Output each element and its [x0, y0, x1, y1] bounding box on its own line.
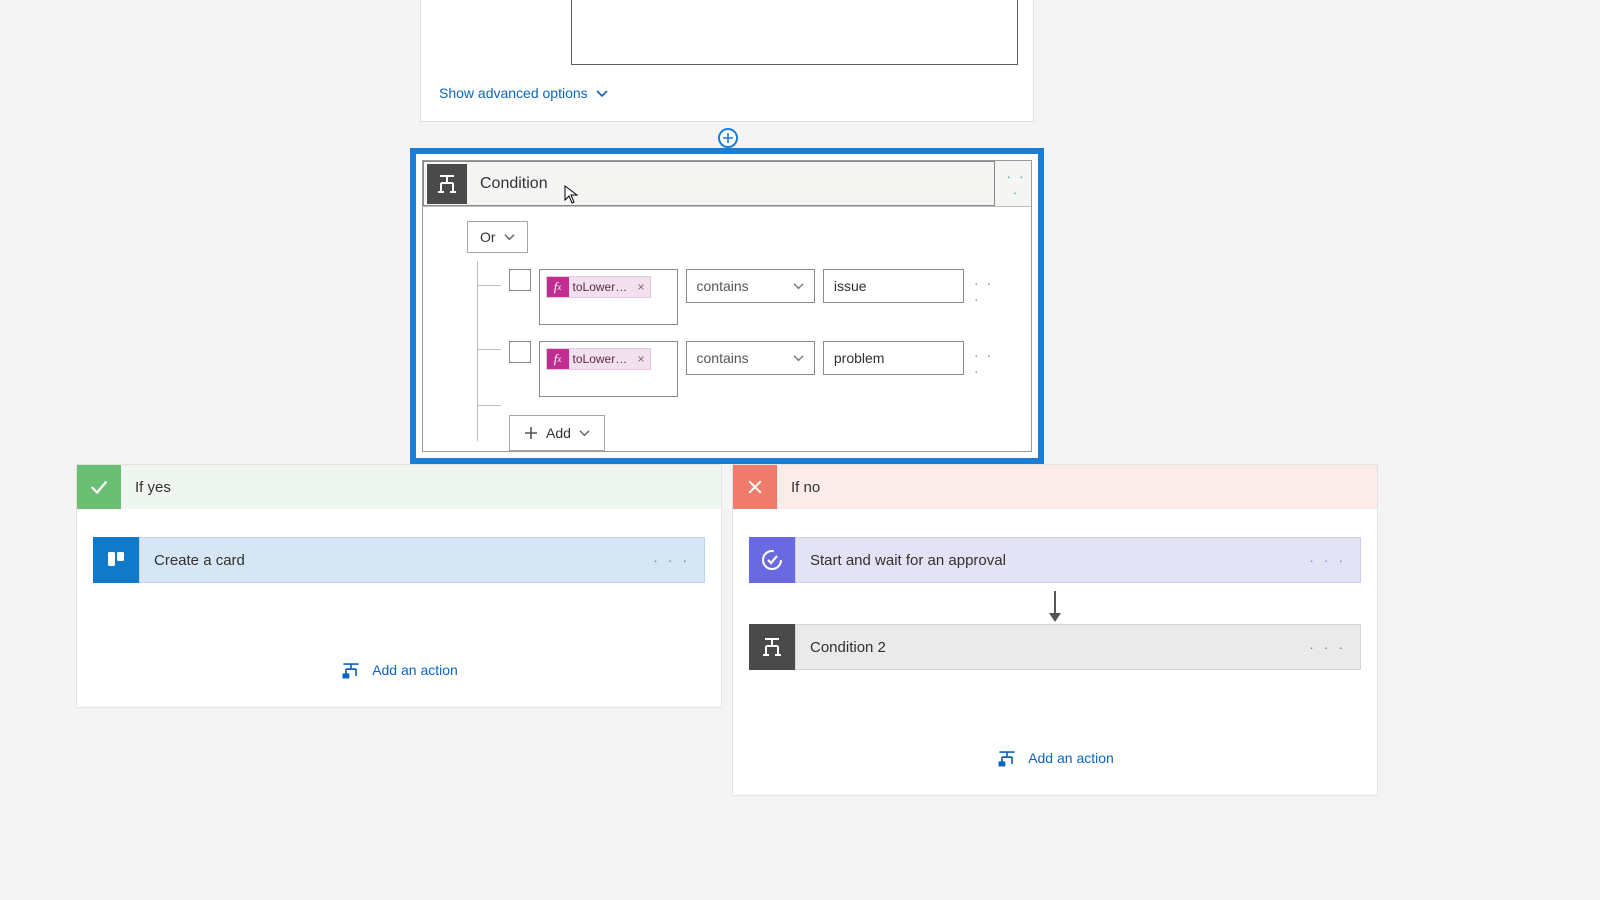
- group-operator-dropdown[interactable]: Or: [467, 221, 528, 253]
- action-menu-button[interactable]: · · ·: [653, 552, 704, 568]
- condition-card: Condition · · · Or: [410, 148, 1044, 464]
- expression-text: toLower(…: [569, 280, 633, 294]
- condition-icon: [427, 164, 467, 204]
- previous-action-card: Show advanced options: [420, 0, 1034, 122]
- row-menu-button[interactable]: · · ·: [972, 341, 1007, 385]
- chevron-down-icon: [596, 88, 608, 100]
- row-left-value[interactable]: fx toLower(… ×: [539, 269, 678, 325]
- add-action-icon: [996, 749, 1018, 767]
- row-checkbox[interactable]: [509, 341, 531, 363]
- row-menu-button[interactable]: · · ·: [972, 269, 1007, 313]
- action-card[interactable]: Start and wait for an approval · · ·: [749, 537, 1361, 583]
- approval-icon: [749, 537, 795, 583]
- add-row-button[interactable]: Add: [509, 415, 605, 451]
- action-title: Start and wait for an approval: [796, 552, 1309, 569]
- show-advanced-options-label: Show advanced options: [439, 85, 588, 101]
- action-title: Create a card: [140, 552, 653, 569]
- show-advanced-options-link[interactable]: Show advanced options: [439, 85, 608, 101]
- condition-icon: [749, 624, 795, 670]
- previous-action-textarea[interactable]: [571, 0, 1018, 65]
- row-operator-label: contains: [697, 278, 749, 294]
- check-icon: [77, 465, 121, 509]
- fx-icon: fx: [547, 276, 569, 298]
- add-action-button[interactable]: Add an action: [77, 661, 721, 679]
- expression-token: fx toLower(… ×: [546, 276, 651, 298]
- row-operator-label: contains: [697, 350, 749, 366]
- fx-icon: fx: [547, 348, 569, 370]
- plus-icon: [524, 426, 538, 440]
- group-operator-label: Or: [480, 229, 496, 245]
- row-right-value[interactable]: issue: [823, 269, 964, 303]
- insert-step-button[interactable]: [718, 128, 738, 148]
- condition-menu-button[interactable]: · · ·: [1001, 168, 1031, 200]
- expression-token: fx toLower(… ×: [546, 348, 651, 370]
- if-no-title: If no: [777, 479, 820, 496]
- action-card[interactable]: Condition 2 · · ·: [749, 624, 1361, 670]
- if-yes-title: If yes: [121, 479, 171, 496]
- chevron-down-icon: [579, 428, 590, 439]
- condition-header[interactable]: Condition · · ·: [423, 161, 1031, 207]
- row-operator-dropdown[interactable]: contains: [686, 269, 815, 303]
- add-action-label: Add an action: [372, 662, 458, 678]
- chevron-down-icon: [793, 353, 804, 364]
- row-operator-dropdown[interactable]: contains: [686, 341, 815, 375]
- row-right-value[interactable]: problem: [823, 341, 964, 375]
- chevron-down-icon: [793, 281, 804, 292]
- group-tree-line: [477, 261, 478, 441]
- condition-row: fx toLower(… × contains issue · · ·: [509, 269, 1007, 325]
- add-action-label: Add an action: [1028, 750, 1114, 766]
- add-action-button[interactable]: Add an action: [733, 749, 1377, 767]
- row-checkbox[interactable]: [509, 269, 531, 291]
- action-menu-button[interactable]: · · ·: [1309, 552, 1360, 568]
- chevron-down-icon: [504, 232, 515, 243]
- close-icon: [733, 465, 777, 509]
- row-left-value[interactable]: fx toLower(… ×: [539, 341, 678, 397]
- action-menu-button[interactable]: · · ·: [1309, 639, 1360, 655]
- trello-icon: [93, 537, 139, 583]
- row-value-text: issue: [834, 278, 867, 294]
- if-no-branch: If no Start and wait for an approval · ·…: [732, 464, 1378, 796]
- row-value-text: problem: [834, 350, 885, 366]
- condition-row: fx toLower(… × contains problem · · ·: [509, 341, 1007, 397]
- action-title: Condition 2: [796, 639, 1309, 656]
- token-remove-button[interactable]: ×: [633, 352, 650, 366]
- mouse-cursor-icon: [562, 185, 580, 205]
- condition-title: Condition: [470, 175, 548, 193]
- token-remove-button[interactable]: ×: [633, 280, 650, 294]
- flow-arrow-icon: [733, 591, 1377, 622]
- action-card[interactable]: Create a card · · ·: [93, 537, 705, 583]
- if-yes-branch: If yes Create a card · · · Add an action: [76, 464, 722, 708]
- add-action-icon: [340, 661, 362, 679]
- add-row-label: Add: [546, 425, 571, 441]
- expression-text: toLower(…: [569, 352, 633, 366]
